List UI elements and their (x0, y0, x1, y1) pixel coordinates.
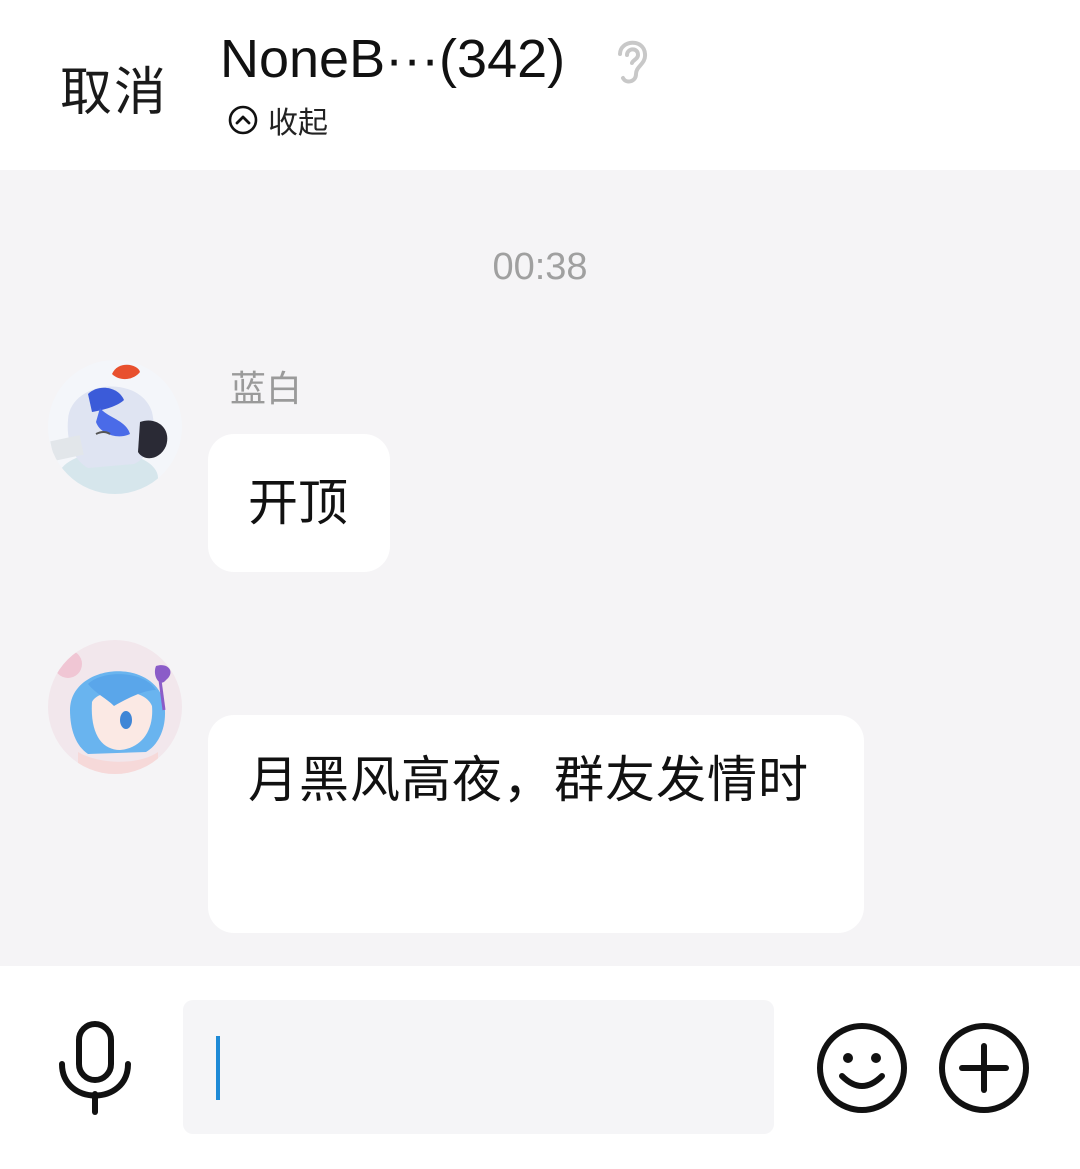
avatar[interactable] (48, 640, 182, 774)
message-bubble[interactable]: 开顶 (208, 434, 390, 572)
message-timestamp: 00:38 (492, 246, 588, 288)
input-bar (0, 966, 1080, 1169)
message-input[interactable] (183, 1000, 774, 1134)
collapse-toggle[interactable]: 收起 (228, 100, 328, 141)
microphone-icon[interactable] (56, 1020, 134, 1116)
anime-avatar-blue-hair (48, 640, 182, 774)
message-bubble[interactable]: 月黑风高夜，群友发情时 (208, 715, 864, 933)
chevron-up-circle-icon (228, 105, 258, 135)
message-list[interactable]: 00:38 蓝白 开顶 月黑风高夜，群友发情时 (0, 170, 1080, 966)
anime-avatar-white-hair (48, 360, 182, 494)
group-title[interactable]: NoneB···(342) (220, 28, 565, 90)
cancel-button[interactable]: 取消 (60, 50, 168, 125)
text-caret (216, 1036, 220, 1100)
sender-name: 蓝白 (230, 369, 303, 410)
collapse-label: 收起 (268, 106, 328, 141)
ear-icon[interactable] (612, 32, 652, 86)
chat-header: 取消 NoneB···(342) 收起 (0, 0, 1080, 170)
plus-icon[interactable] (938, 1022, 1030, 1114)
avatar[interactable] (48, 360, 182, 494)
emoji-icon[interactable] (816, 1022, 908, 1114)
